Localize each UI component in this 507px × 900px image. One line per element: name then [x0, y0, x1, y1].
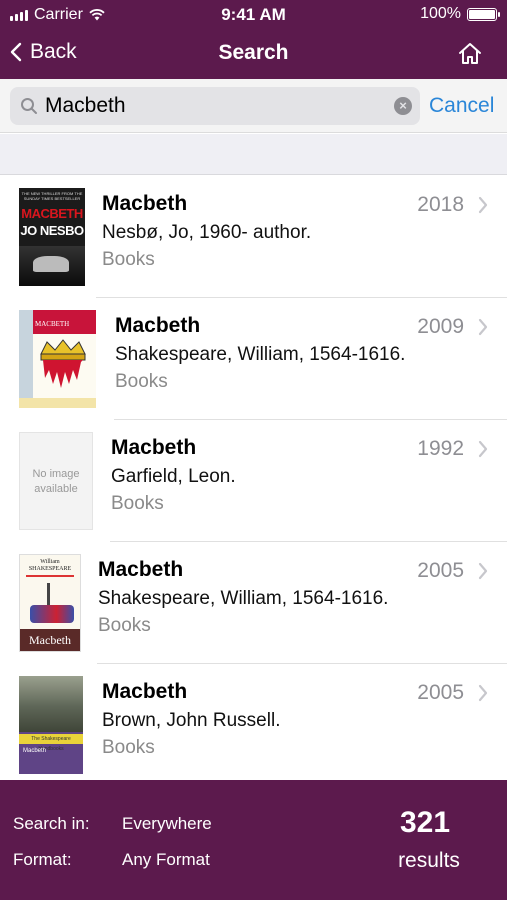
battery-icon [467, 7, 500, 21]
result-format: Books [102, 249, 155, 270]
result-year: 2005 [417, 681, 464, 704]
clear-search-button[interactable]: × [394, 97, 412, 115]
cover-title: Macbeth [20, 629, 80, 651]
result-author: Nesbø, Jo, 1960- author. [102, 222, 312, 243]
home-icon[interactable] [457, 41, 483, 67]
chevron-right-icon [478, 684, 488, 702]
result-title: Macbeth [115, 314, 201, 337]
cover-author: William SHAKESPEARE [28, 559, 72, 572]
search-footer: Search in: Everywhere Format: Any Format… [0, 780, 507, 900]
book-cover: THE NEW THRILLER FROM THE SUNDAY TIMES B… [19, 188, 85, 286]
search-bar: × Cancel [0, 79, 507, 133]
cover-art [19, 676, 83, 732]
search-icon [21, 98, 37, 114]
format-label: Format: [13, 850, 72, 869]
result-format: Books [98, 615, 151, 636]
result-row[interactable]: No image available Macbeth Garfield, Leo… [0, 420, 507, 542]
format-value[interactable]: Any Format [122, 850, 210, 870]
cancel-button[interactable]: Cancel [429, 94, 494, 118]
crown-icon [40, 339, 86, 388]
status-bar: Carrier 9:41 AM 100% [0, 0, 507, 30]
book-cover: William SHAKESPEARE Macbeth [19, 554, 81, 652]
search-in-label: Search in: [13, 814, 90, 833]
chevron-right-icon [478, 440, 488, 458]
result-author: Brown, John Russell. [102, 710, 281, 731]
page-title: Search [218, 41, 289, 64]
chevron-right-icon [478, 562, 488, 580]
cover-title: Macbeth [23, 748, 47, 754]
result-row[interactable]: The Shakespeare Handbooks Macbeth Macbet… [0, 664, 507, 780]
no-image-text: No image available [32, 468, 80, 495]
search-in-value[interactable]: Everywhere [122, 814, 212, 834]
result-year: 2005 [417, 559, 464, 582]
result-year: 1992 [417, 437, 464, 460]
results-list: THE NEW THRILLER FROM THE SUNDAY TIMES B… [0, 176, 507, 780]
result-year: 2018 [417, 193, 464, 216]
cover-art [19, 246, 85, 286]
result-title: Macbeth [102, 680, 188, 703]
result-year: 2009 [417, 315, 464, 338]
result-format: Books [115, 371, 168, 392]
nav-bar: Back Search [0, 30, 507, 79]
chevron-right-icon [478, 318, 488, 336]
search-input[interactable] [45, 91, 385, 121]
result-author: Shakespeare, William, 1564-1616. [115, 344, 406, 365]
cover-series: The Shakespeare Handbooks [19, 734, 83, 752]
cover-author: JO NESBO [20, 223, 84, 238]
search-field[interactable]: × [10, 87, 420, 125]
section-spacer [0, 134, 507, 175]
results-count: 321 [399, 806, 451, 839]
result-author: Shakespeare, William, 1564-1616. [98, 588, 389, 609]
book-cover: MACBETH [19, 310, 96, 408]
close-icon: × [399, 98, 407, 113]
cover-title: MACBETH [21, 206, 83, 221]
result-title: Macbeth [111, 436, 197, 459]
result-row[interactable]: MACBETH Macbeth Shakespeare, William, 15… [0, 298, 507, 420]
battery-percent: 100% [420, 5, 461, 22]
result-title: Macbeth [102, 192, 188, 215]
result-row[interactable]: THE NEW THRILLER FROM THE SUNDAY TIMES B… [0, 176, 507, 298]
result-format: Books [102, 737, 155, 758]
result-title: Macbeth [98, 558, 184, 581]
result-format: Books [111, 493, 164, 514]
book-cover: No image available [19, 432, 93, 530]
result-row[interactable]: William SHAKESPEARE Macbeth Macbeth Shak… [0, 542, 507, 664]
chevron-right-icon [478, 196, 488, 214]
battery-group: 100% [420, 5, 500, 23]
cover-title: MACBETH [33, 310, 96, 334]
cover-tagline: THE NEW THRILLER FROM THE SUNDAY TIMES B… [21, 191, 83, 201]
result-author: Garfield, Leon. [111, 466, 236, 487]
results-label: results [398, 849, 460, 872]
book-cover: The Shakespeare Handbooks Macbeth [19, 676, 83, 774]
